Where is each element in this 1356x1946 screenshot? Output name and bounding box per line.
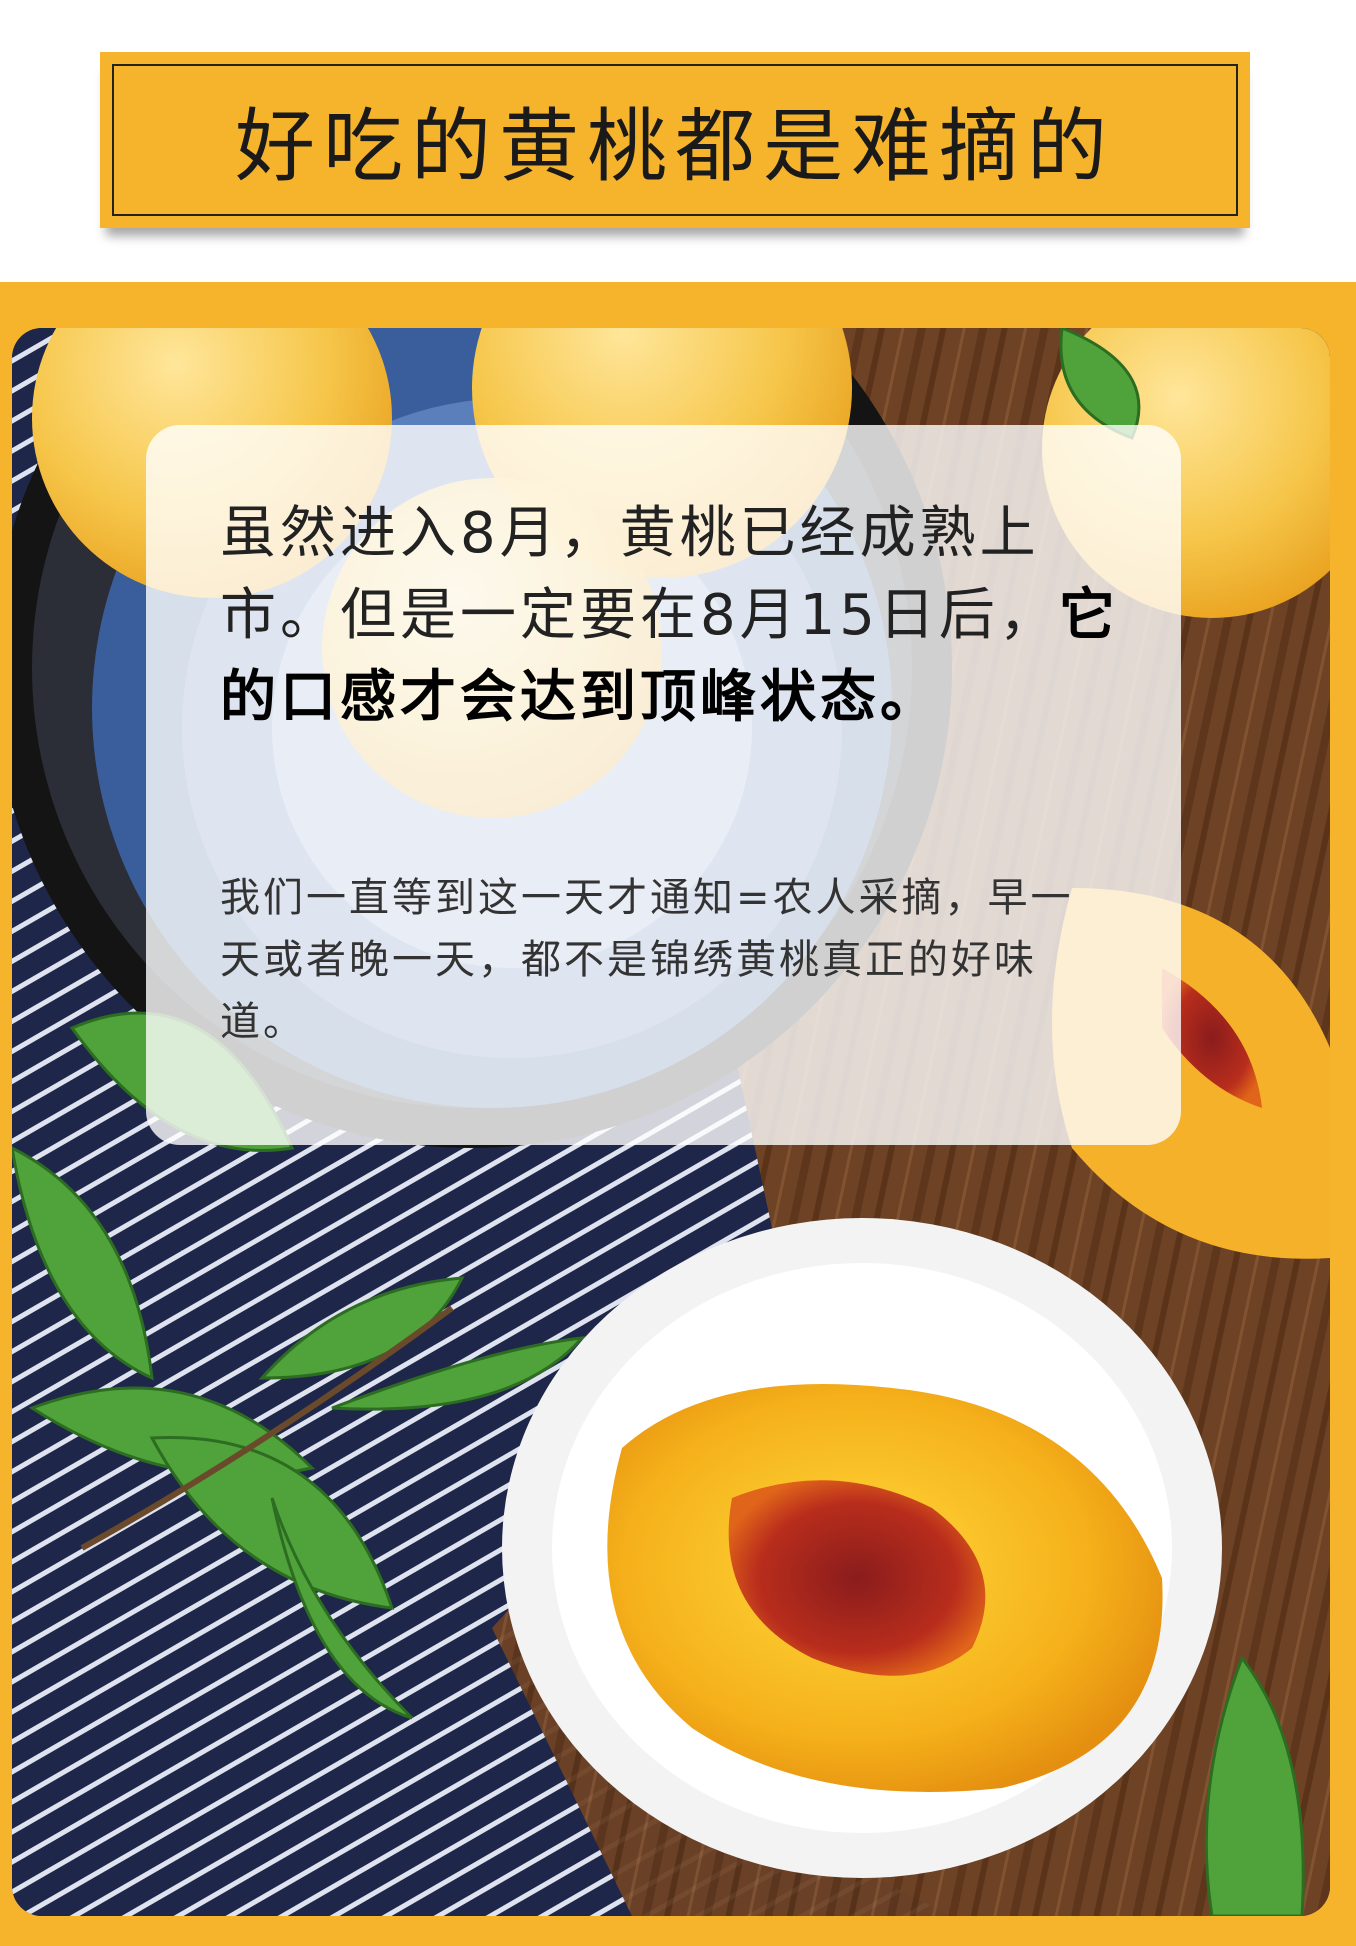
photo-panel: 虽然进入8月，黄桃已经成熟上市。但是一定要在8月15日后，它的口感才会达到顶峰状… bbox=[0, 282, 1356, 1946]
main-regular-text: 虽然进入8月，黄桃已经成熟上市。但是一定要在8月15日后， bbox=[220, 501, 1059, 648]
main-paragraph: 虽然进入8月，黄桃已经成熟上市。但是一定要在8月15日后，它的口感才会达到顶峰状… bbox=[220, 493, 1120, 739]
info-card: 虽然进入8月，黄桃已经成熟上市。但是一定要在8月15日后，它的口感才会达到顶峰状… bbox=[146, 425, 1181, 1145]
sub-paragraph: 我们一直等到这一天才通知=农人采摘，早一天或者晚一天，都不是锦绣黄桃真正的好味道… bbox=[220, 875, 1074, 1045]
title-part1: 好吃的黄桃都是 bbox=[235, 100, 851, 193]
title-part2: 摘的 bbox=[939, 100, 1115, 193]
banner-title: 好吃的黄桃都是难摘的 bbox=[100, 52, 1250, 228]
title-banner: 好吃的黄桃都是难摘的 bbox=[100, 52, 1250, 228]
title-highlight: 难 bbox=[843, 82, 939, 198]
